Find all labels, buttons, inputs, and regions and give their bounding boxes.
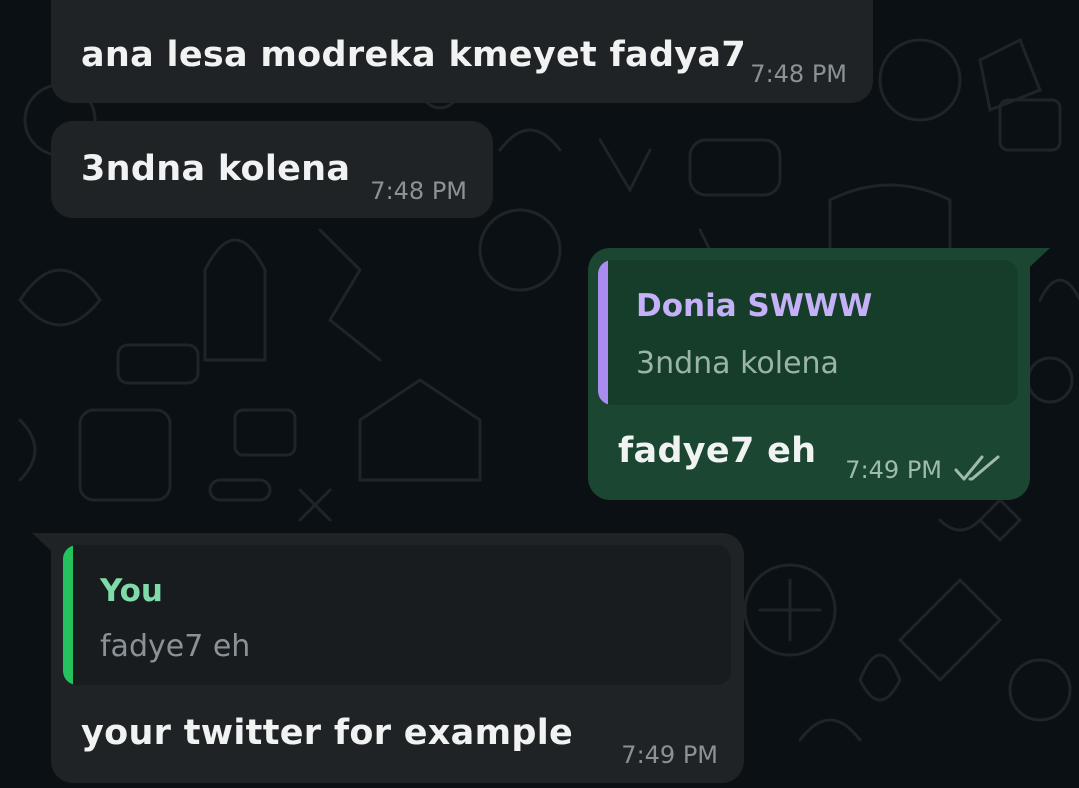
quote-bar	[63, 545, 73, 685]
message-text: fadye7 eh	[618, 431, 817, 471]
double-check-icon	[954, 455, 1000, 481]
quoted-author: You	[100, 573, 163, 609]
quoted-message[interactable]: Donia SWWW 3ndna kolena	[598, 260, 1018, 405]
message-timestamp: 7:49 PM	[621, 741, 718, 769]
quoted-message[interactable]: You fadye7 eh	[63, 545, 731, 685]
quoted-author: Donia SWWW	[636, 288, 873, 324]
message-bubble-incoming[interactable]: 3ndna kolena 7:48 PM	[51, 121, 493, 218]
message-text: 3ndna kolena	[81, 149, 351, 189]
quoted-text: 3ndna kolena	[636, 346, 839, 381]
message-timestamp: 7:48 PM	[750, 60, 847, 88]
message-timestamp: 7:49 PM	[845, 456, 942, 484]
message-bubble-outgoing[interactable]: Donia SWWW 3ndna kolena fadye7 eh 7:49 P…	[588, 248, 1030, 500]
message-text: your twitter for example	[81, 713, 574, 753]
quoted-text: fadye7 eh	[100, 629, 251, 664]
message-bubble-incoming[interactable]: You fadye7 eh your twitter for example 7…	[51, 533, 744, 783]
message-bubble-incoming[interactable]: ana lesa modreka kmeyet fadya7 7:48 PM	[51, 0, 873, 103]
message-timestamp: 7:48 PM	[370, 177, 467, 205]
quote-bar	[598, 260, 608, 405]
message-text: ana lesa modreka kmeyet fadya7	[81, 35, 746, 75]
